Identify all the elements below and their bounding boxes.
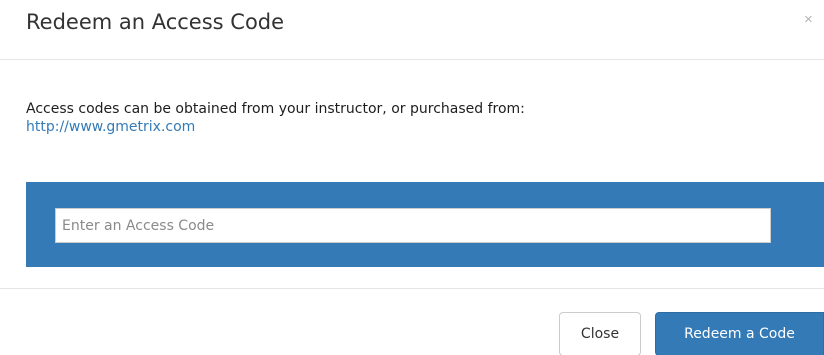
close-button[interactable]: Close <box>559 312 641 355</box>
info-text: Access codes can be obtained from your i… <box>26 101 525 117</box>
modal-header: Redeem an Access Code × <box>0 0 824 60</box>
modal-footer: Close Redeem a Code <box>0 288 824 355</box>
access-code-panel <box>26 182 824 267</box>
modal-title: Redeem an Access Code <box>26 10 285 34</box>
gmetrix-link[interactable]: http://www.gmetrix.com <box>26 118 195 136</box>
modal-body: Access codes can be obtained from your i… <box>0 61 824 288</box>
access-code-input[interactable] <box>55 208 771 243</box>
close-icon[interactable]: × <box>804 10 813 30</box>
redeem-code-button[interactable]: Redeem a Code <box>655 312 824 355</box>
redeem-access-code-modal: Redeem an Access Code × Access codes can… <box>0 0 824 355</box>
